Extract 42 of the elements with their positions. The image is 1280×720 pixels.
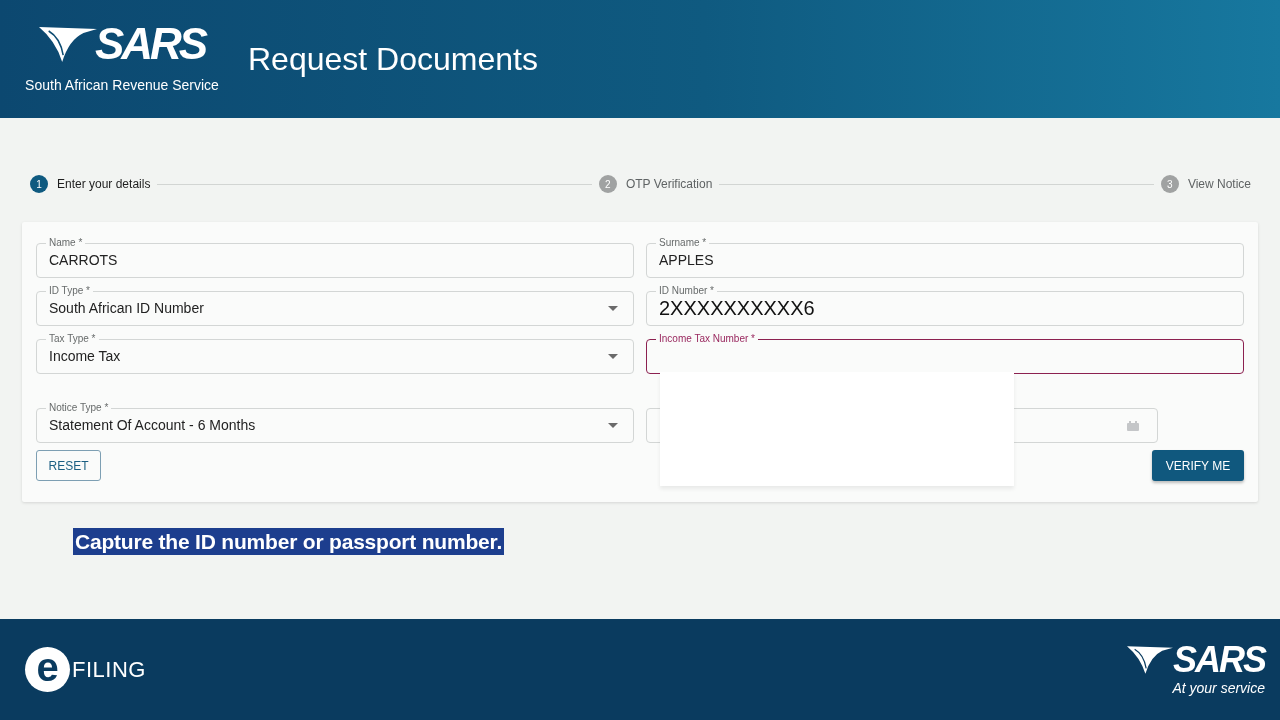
calendar-icon bbox=[1127, 421, 1139, 431]
field-value: APPLES bbox=[659, 251, 714, 270]
step-number: 3 bbox=[1160, 175, 1179, 193]
text-field[interactable]: Surname * APPLES bbox=[646, 237, 1244, 278]
caret-icon bbox=[608, 353, 618, 359]
field-label: Tax Type * bbox=[48, 333, 97, 345]
primary-button[interactable]: VERIFY ME bbox=[1152, 450, 1244, 481]
field-value: CARROTS bbox=[49, 251, 118, 270]
logo-wordmark: SARS bbox=[1172, 642, 1265, 677]
field-label: ID Number * bbox=[658, 285, 715, 297]
step-number: 1 bbox=[30, 175, 48, 193]
dropdown-field[interactable]: Tax Type * Income Tax bbox=[36, 333, 634, 374]
dropdown-field[interactable]: ID Type * South African ID Number bbox=[36, 285, 634, 326]
field-label: Name * bbox=[48, 237, 84, 249]
logo-badge: e bbox=[25, 647, 70, 692]
text-field[interactable]: Name * CARROTS bbox=[36, 237, 634, 278]
step-number: 2 bbox=[598, 175, 617, 193]
field-label: Income Tax Number * bbox=[658, 333, 756, 345]
field-label: ID Type * bbox=[48, 285, 91, 297]
step-label: Enter your details bbox=[57, 177, 151, 191]
field-label: Surname * bbox=[658, 237, 708, 249]
step-label: View Notice bbox=[1187, 177, 1251, 191]
field-value: Statement Of Account - 6 Months bbox=[49, 416, 256, 435]
secondary-button[interactable]: RESET bbox=[36, 450, 101, 481]
text-field[interactable]: ID Number * 2XXXXXXXXXX6 bbox=[646, 285, 1244, 326]
text-field[interactable]: Income Tax Number * bbox=[646, 333, 1244, 374]
field-label: Notice Type * bbox=[48, 402, 110, 414]
logo-tagline: At your service bbox=[1172, 679, 1265, 697]
caret-icon bbox=[608, 305, 618, 311]
swoosh-icon bbox=[1126, 644, 1173, 675]
field-value: 2XXXXXXXXXX6 bbox=[659, 297, 815, 319]
field-value: Income Tax bbox=[49, 347, 121, 366]
page-title: Request Documents bbox=[248, 40, 538, 78]
step-label: OTP Verification bbox=[625, 177, 713, 191]
dropdown-field[interactable]: Notice Type * Statement Of Account - 6 Months bbox=[36, 402, 634, 443]
logo-subtitle: South African Revenue Service bbox=[25, 77, 219, 94]
logo-wordmark: SARS bbox=[94, 24, 206, 64]
field-value: South African ID Number bbox=[49, 299, 204, 318]
swoosh-icon bbox=[38, 25, 97, 63]
caption-text: Capture the ID number or passport number. bbox=[73, 528, 505, 555]
logo-text: FILING bbox=[72, 656, 146, 683]
caret-icon bbox=[608, 422, 618, 428]
